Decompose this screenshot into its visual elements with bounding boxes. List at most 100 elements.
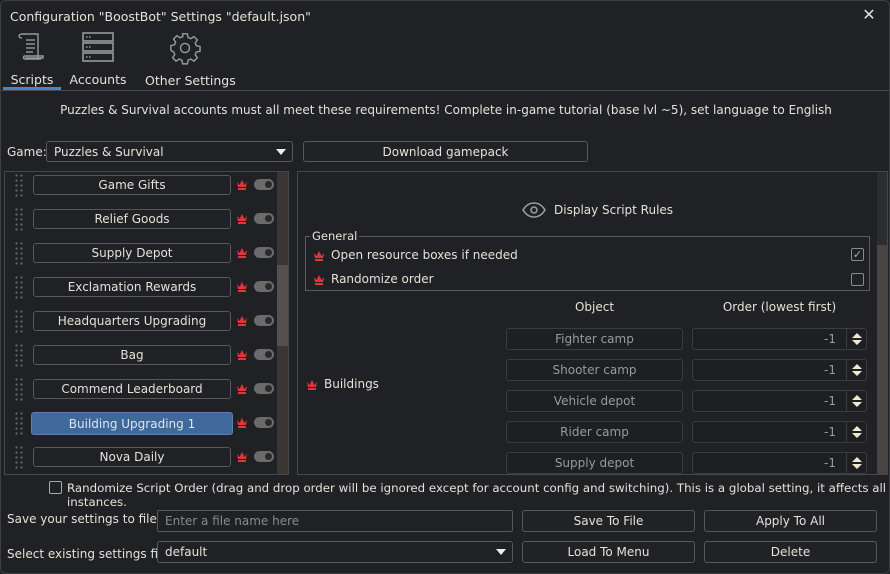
script-enabled-toggle[interactable] xyxy=(254,383,274,394)
script-enabled-toggle[interactable] xyxy=(254,315,274,326)
display-script-rules-button[interactable]: Display Script Rules xyxy=(522,202,673,218)
script-label: Relief Goods xyxy=(94,212,170,226)
script-enabled-toggle[interactable] xyxy=(254,281,274,292)
crown-icon xyxy=(307,379,317,390)
option-randomize-order: Randomize order xyxy=(313,272,434,286)
randomize-script-order-checkbox[interactable] xyxy=(49,481,62,494)
option-label: Open resource boxes if needed xyxy=(331,248,518,262)
chevron-down-icon xyxy=(276,148,286,155)
eye-icon xyxy=(522,202,546,218)
crown-icon xyxy=(314,250,324,261)
game-select[interactable]: Puzzles & Survival xyxy=(46,141,293,162)
drag-handle-icon[interactable] xyxy=(14,207,24,231)
script-enabled-toggle[interactable] xyxy=(254,213,274,224)
order-value: -1 xyxy=(824,456,836,470)
open-resource-boxes-checkbox[interactable]: ✓ xyxy=(851,248,864,261)
scroll-icon xyxy=(18,33,44,60)
tab-label: Accounts xyxy=(69,72,127,87)
general-group: General Open resource boxes if needed ✓ … xyxy=(305,229,870,291)
script-label: Game Gifts xyxy=(98,178,166,192)
column-header-order: Order (lowest first) xyxy=(722,300,837,314)
drag-handle-icon[interactable] xyxy=(14,411,24,435)
scrollbar[interactable] xyxy=(877,172,887,474)
script-button[interactable]: Commend Leaderboard xyxy=(33,379,231,399)
chevron-down-icon xyxy=(496,549,506,555)
script-enabled-toggle[interactable] xyxy=(254,179,274,190)
drag-handle-icon[interactable] xyxy=(14,445,24,469)
crown-icon xyxy=(237,282,247,292)
script-button[interactable]: Relief Goods xyxy=(33,209,231,229)
spin-arrows-icon[interactable] xyxy=(846,422,866,442)
load-to-menu-button[interactable]: Load To Menu xyxy=(522,541,695,563)
order-spinbox[interactable]: -1 xyxy=(692,452,867,474)
drag-handle-icon[interactable] xyxy=(14,275,24,299)
order-spinbox[interactable]: -1 xyxy=(692,421,867,443)
delete-button[interactable]: Delete xyxy=(704,541,877,563)
order-spinbox[interactable]: -1 xyxy=(692,390,867,412)
script-label: Exclamation Rewards xyxy=(67,280,197,294)
script-button[interactable]: Nova Daily xyxy=(33,447,231,467)
drag-handle-icon[interactable] xyxy=(14,377,24,401)
drag-handle-icon[interactable] xyxy=(14,241,24,265)
script-button[interactable]: Building Upgrading 1 xyxy=(31,412,233,435)
script-item: Supply Depot xyxy=(5,241,289,265)
script-item: Nova Daily xyxy=(5,445,289,469)
order-value: -1 xyxy=(824,332,836,346)
script-item: Relief Goods xyxy=(5,207,289,231)
object-field: Shooter camp xyxy=(506,359,683,381)
randomize-script-order-label: Randomize Script Order (drag and drop or… xyxy=(67,481,887,509)
script-list: Game Gifts Relief Goods Supply Depot Exclam… xyxy=(4,171,289,475)
scrollbar-thumb[interactable] xyxy=(877,172,887,245)
script-button[interactable]: Headquarters Upgrading xyxy=(33,311,231,331)
apply-to-all-button[interactable]: Apply To All xyxy=(704,510,877,532)
general-group-title: General xyxy=(310,229,360,243)
column-header-object: Object xyxy=(574,300,615,314)
save-to-file-button[interactable]: Save To File xyxy=(522,510,695,532)
drag-handle-icon[interactable] xyxy=(14,343,24,367)
tab-accounts[interactable]: Accounts xyxy=(69,31,127,87)
spin-arrows-icon[interactable] xyxy=(846,360,866,380)
script-button[interactable]: Bag xyxy=(33,345,231,365)
object-label: Rider camp xyxy=(560,425,629,439)
script-item: Exclamation Rewards xyxy=(5,275,289,299)
crown-icon xyxy=(237,316,247,326)
object-field: Fighter camp xyxy=(506,328,683,350)
buildings-text: Buildings xyxy=(324,377,379,391)
spin-arrows-icon[interactable] xyxy=(846,391,866,411)
object-label: Shooter camp xyxy=(552,363,637,377)
script-button[interactable]: Game Gifts xyxy=(33,175,231,195)
save-settings-label: Save your settings to file xyxy=(7,512,157,526)
script-enabled-toggle[interactable] xyxy=(254,451,274,462)
spin-arrows-icon[interactable] xyxy=(846,329,866,349)
buildings-label: Buildings xyxy=(306,377,379,391)
download-gamepack-button[interactable]: Download gamepack xyxy=(303,141,588,162)
drag-handle-icon[interactable] xyxy=(14,309,24,333)
order-spinbox[interactable]: -1 xyxy=(692,328,867,350)
script-enabled-toggle[interactable] xyxy=(254,349,274,360)
object-label: Supply depot xyxy=(554,456,635,470)
script-label: Bag xyxy=(120,348,144,362)
divider xyxy=(1,90,890,91)
script-button[interactable]: Exclamation Rewards xyxy=(33,277,231,297)
crown-icon xyxy=(314,274,324,285)
script-item: Commend Leaderboard xyxy=(5,377,289,401)
game-label: Game: xyxy=(7,145,47,159)
settings-file-select[interactable]: default xyxy=(157,541,513,563)
close-icon[interactable]: ✕ xyxy=(859,5,879,25)
script-item: Building Upgrading 1 xyxy=(5,411,289,435)
requirements-notice: Puzzles & Survival accounts must all mee… xyxy=(60,103,832,117)
script-enabled-toggle[interactable] xyxy=(254,417,274,428)
randomize-order-checkbox[interactable] xyxy=(851,273,864,286)
script-enabled-toggle[interactable] xyxy=(254,247,274,258)
crown-icon xyxy=(237,384,247,394)
script-button[interactable]: Supply Depot xyxy=(33,243,231,263)
file-name-input[interactable]: Enter a file name here xyxy=(157,510,513,532)
order-spinbox[interactable]: -1 xyxy=(692,359,867,381)
display-script-rules-label: Display Script Rules xyxy=(554,203,674,217)
drag-handle-icon[interactable] xyxy=(14,173,24,197)
tab-other-settings[interactable]: Other Settings xyxy=(145,31,236,88)
tab-scripts[interactable]: Scripts xyxy=(6,31,58,87)
tab-label: Other Settings xyxy=(145,73,236,88)
spin-arrows-icon[interactable] xyxy=(846,453,866,473)
crown-icon xyxy=(237,418,247,428)
